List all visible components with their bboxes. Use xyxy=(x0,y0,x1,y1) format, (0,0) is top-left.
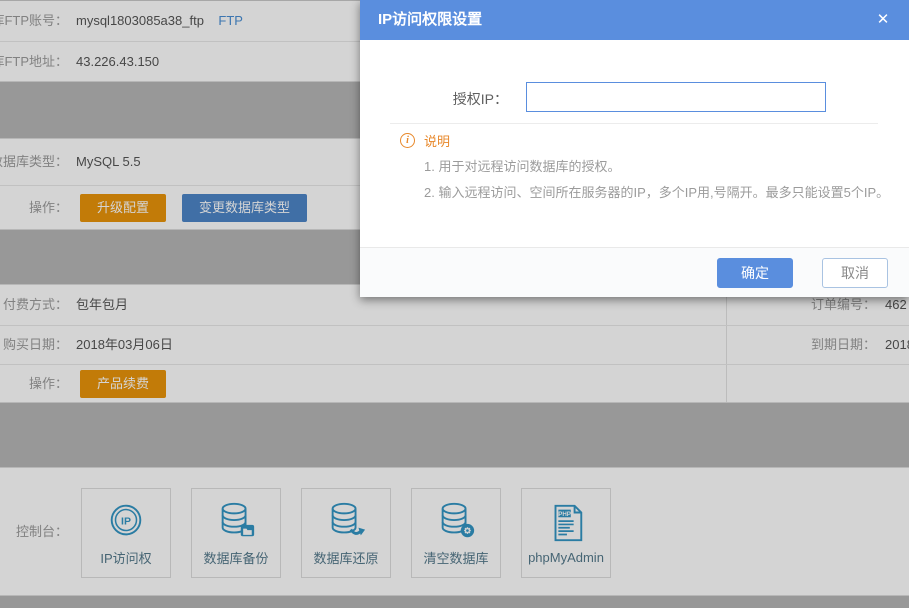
auth-ip-label: 授权IP： xyxy=(453,89,508,109)
divider xyxy=(390,123,878,124)
info-icon: i xyxy=(400,133,415,148)
dialog-title: IP访问权限设置 xyxy=(378,11,482,28)
auth-ip-input[interactable] xyxy=(526,82,826,112)
dialog-header: IP访问权限设置 ✕ xyxy=(360,0,909,40)
cancel-button[interactable]: 取消 xyxy=(822,258,888,288)
dialog-footer: 确定 取消 xyxy=(360,247,909,297)
ip-access-settings-dialog: IP访问权限设置 ✕ 授权IP： i 说明 1. 用于对远程访问数据库的授权。 … xyxy=(360,0,909,297)
note-header: i 说明 xyxy=(400,131,450,150)
close-icon[interactable]: ✕ xyxy=(871,0,895,40)
note-item-1: 1. 用于对远程访问数据库的授权。 xyxy=(424,156,620,175)
ok-button[interactable]: 确定 xyxy=(717,258,793,288)
note-item-2: 2. 输入远程访问、空间所在服务器的IP，多个IP用,号隔开。最多只能设置5个I… xyxy=(424,182,889,201)
note-title: 说明 xyxy=(424,131,450,150)
